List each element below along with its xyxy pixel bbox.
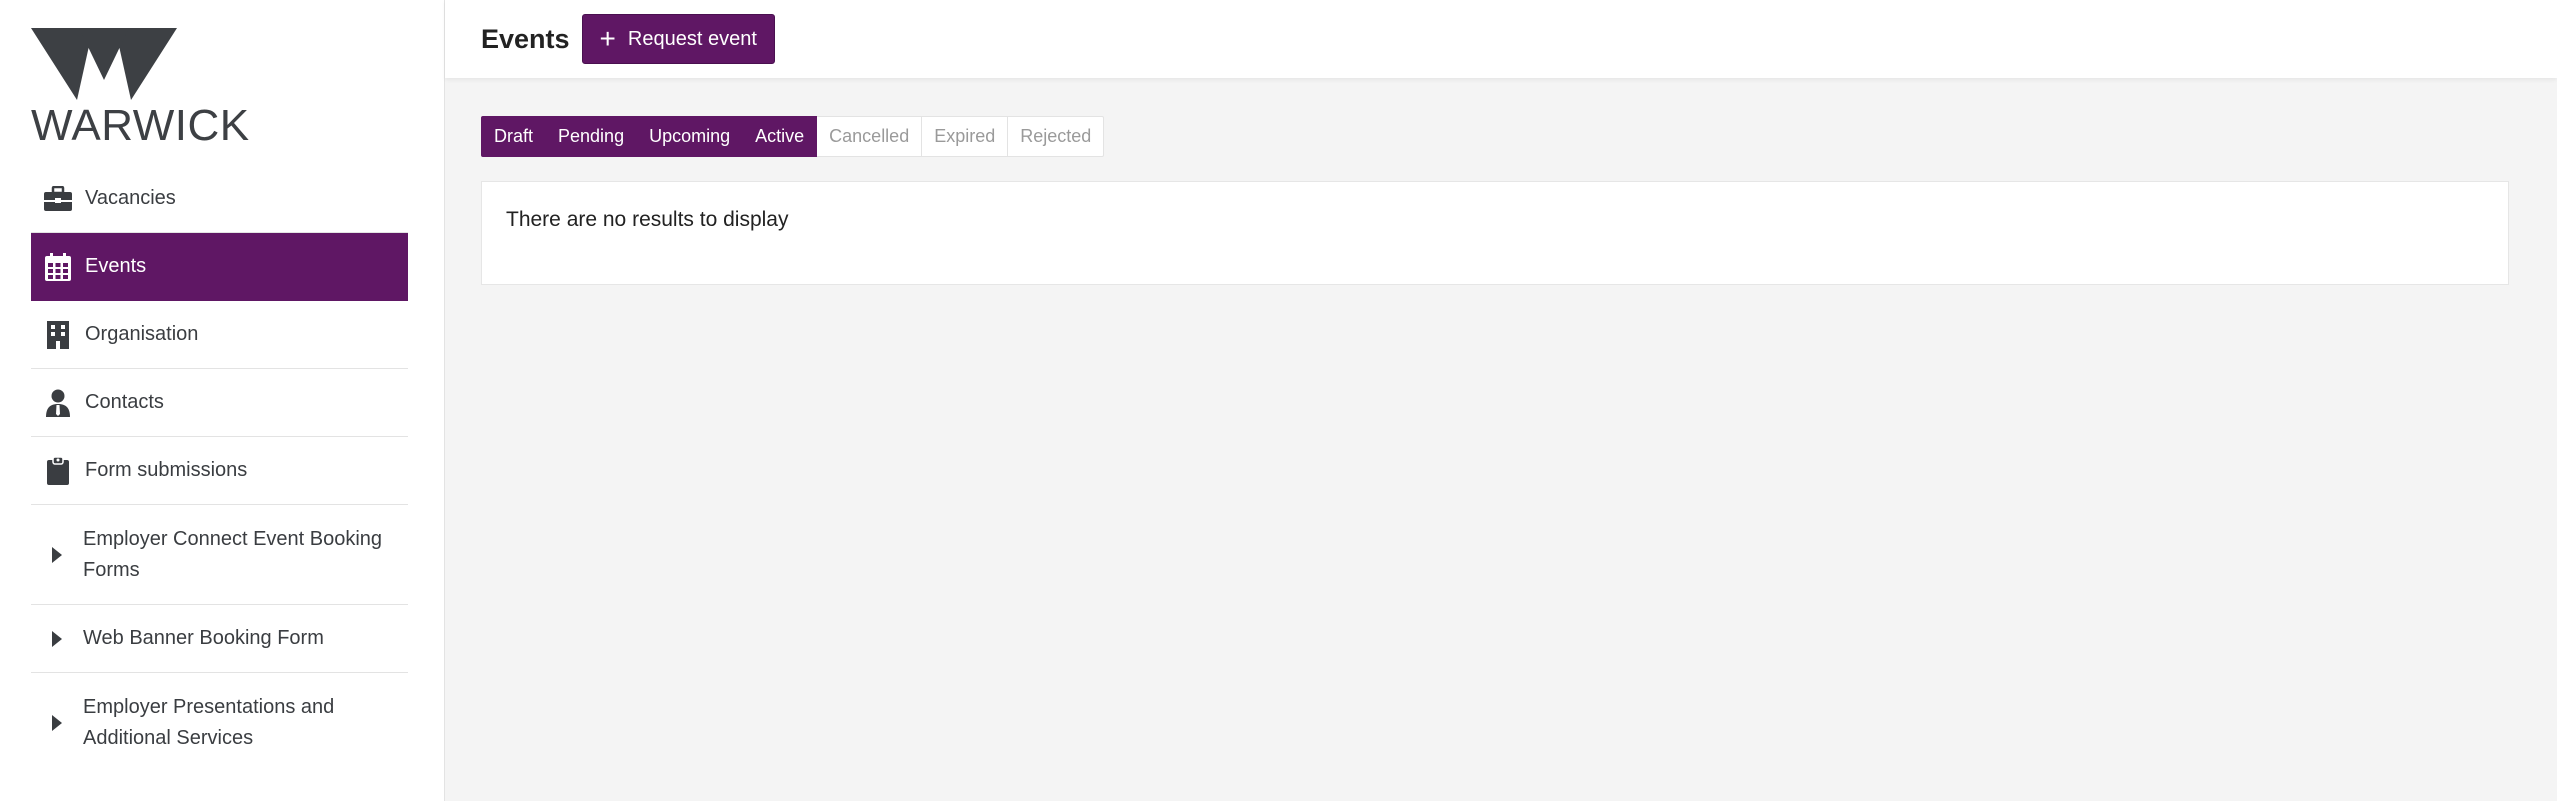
request-event-label: Request event [627, 27, 757, 50]
logo-text: WARWICK [31, 101, 250, 150]
sidebar-item-label: Vacancies [85, 187, 176, 209]
sidebar-item-label: Employer Presentations and Additional Se… [83, 696, 335, 749]
sidebar-item-form-submissions[interactable]: Form submissions [31, 437, 408, 505]
warwick-logo[interactable]: WARWICK [31, 0, 408, 165]
page-header: Events + Request event [445, 0, 2557, 78]
person-icon [43, 388, 73, 418]
results-panel: There are no results to display [481, 181, 2509, 285]
tab-draft[interactable]: Draft [481, 116, 547, 157]
building-icon [43, 320, 73, 350]
sidebar-nav: Vacancies Events Organisation Contacts F… [31, 165, 408, 773]
app-root: WARWICK Vacancies Events Organisation Co… [0, 0, 2557, 801]
page-title: Events [481, 23, 570, 54]
tab-expired[interactable]: Expired [922, 116, 1009, 157]
request-event-button[interactable]: + Request event [581, 14, 775, 64]
status-filter-tabs: Draft Pending Upcoming Active Cancelled … [481, 116, 2509, 157]
tab-active[interactable]: Active [743, 116, 818, 157]
plus-icon: + [599, 23, 616, 54]
caret-right-icon [43, 541, 71, 569]
sidebar-item-label: Form submissions [85, 459, 248, 481]
tab-cancelled[interactable]: Cancelled [817, 116, 923, 157]
sidebar-item-contacts[interactable]: Contacts [31, 369, 408, 437]
sidebar-item-label: Employer Connect Event Booking Forms [83, 527, 383, 581]
sidebar-item-web-banner-form[interactable]: Web Banner Booking Form [31, 605, 408, 673]
sidebar-item-label: Organisation [85, 323, 199, 345]
sidebar-item-employer-connect-forms[interactable]: Employer Connect Event Booking Forms [31, 505, 408, 605]
calendar-icon [43, 252, 73, 282]
sidebar-item-employer-presentations[interactable]: Employer Presentations and Additional Se… [31, 673, 408, 773]
sidebar-item-label: Contacts [85, 391, 164, 413]
sidebar-item-vacancies[interactable]: Vacancies [31, 165, 408, 233]
sidebar: WARWICK Vacancies Events Organisation Co… [0, 0, 445, 801]
sidebar-item-organisation[interactable]: Organisation [31, 301, 408, 369]
tab-pending[interactable]: Pending [546, 116, 638, 157]
sidebar-item-label: Web Banner Booking Form [83, 627, 324, 649]
sidebar-item-label: Events [85, 255, 147, 277]
caret-right-icon [43, 625, 71, 653]
sidebar-item-events[interactable]: Events [31, 233, 408, 301]
caret-right-icon [43, 709, 71, 737]
main-content: Events + Request event Draft Pending Upc… [445, 0, 2557, 801]
clipboard-icon [43, 456, 73, 486]
tab-rejected[interactable]: Rejected [1008, 116, 1105, 157]
empty-results-message: There are no results to display [506, 208, 789, 231]
warwick-logo-icon [31, 28, 177, 100]
tab-upcoming[interactable]: Upcoming [637, 116, 744, 157]
briefcase-icon [43, 184, 73, 214]
events-section: Draft Pending Upcoming Active Cancelled … [445, 78, 2557, 285]
